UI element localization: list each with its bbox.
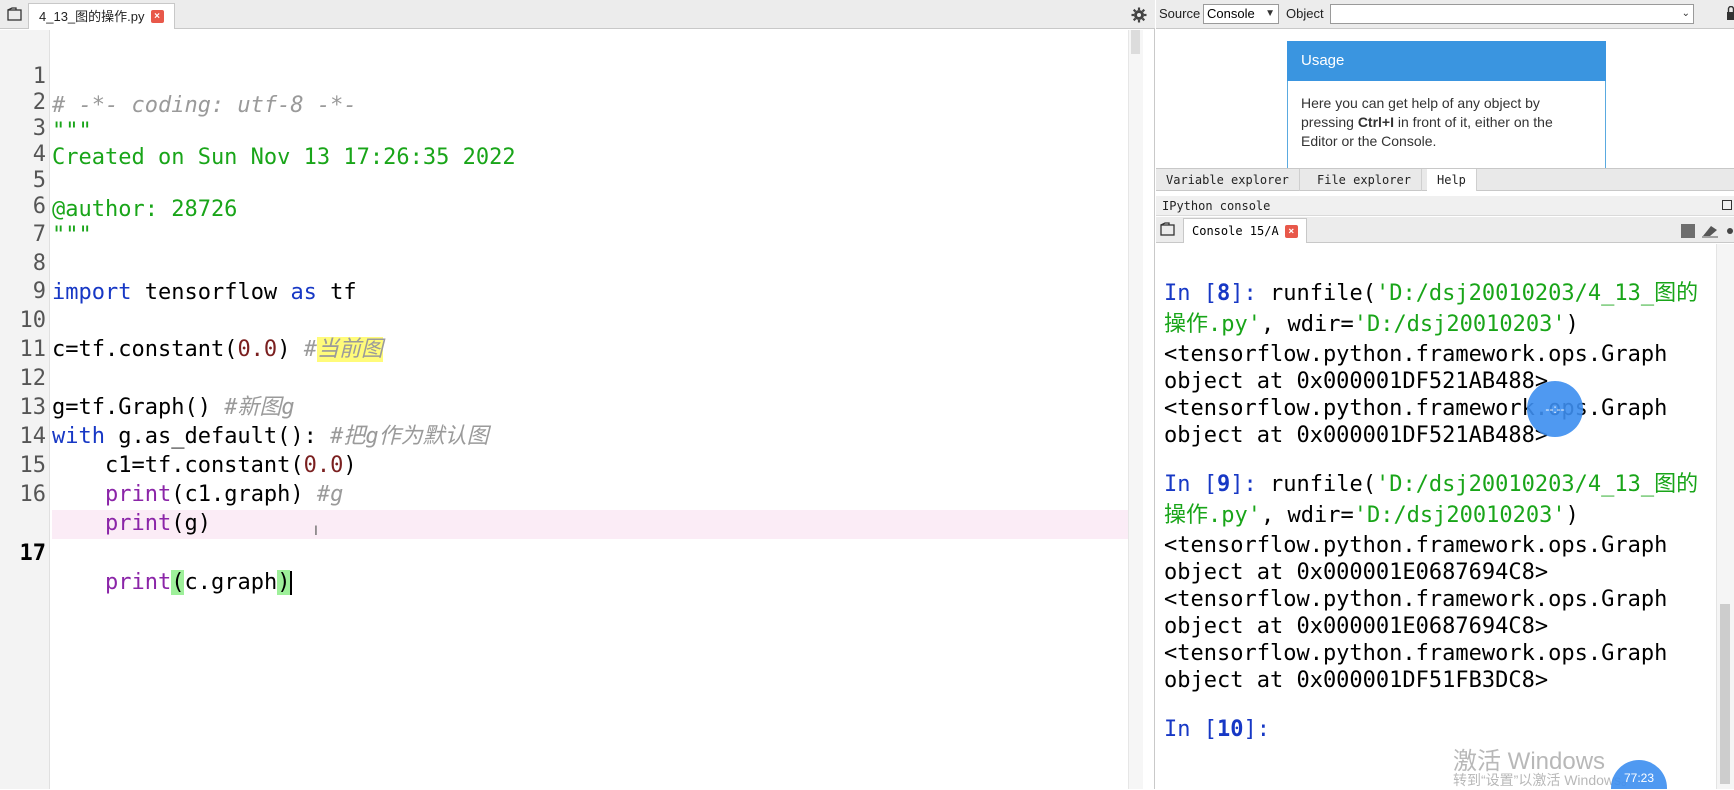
code-line: 11	[0, 306, 1140, 362]
console-line: <tensorflow.python.framework.ops.Graph	[1164, 396, 1668, 421]
console-tab[interactable]: Console 15/A ×	[1183, 218, 1307, 243]
console-line: <tensorflow.python.framework.ops.Graph	[1164, 533, 1668, 558]
console-line: In [8]: runfile('D:/dsj20010203/4_13_图的	[1164, 281, 1699, 306]
line-number: 16	[19, 482, 47, 507]
editor-file-tab[interactable]: 4_13_图的操作.py ×	[28, 3, 175, 29]
help-toolbar: Source Console ▼ Object ⌄	[1156, 0, 1734, 29]
code-line: 13 with g.as_default(): #把g作为默认图	[0, 364, 1140, 449]
ibeam-cursor-icon: I	[314, 522, 318, 538]
code-line: 8 import tensorflow as tf	[0, 220, 1140, 305]
source-select-value: Console	[1207, 6, 1255, 21]
close-icon[interactable]: ×	[1284, 224, 1298, 238]
tab-file-explorer[interactable]: File explorer	[1307, 169, 1422, 191]
code-line: 5 @author: 28726	[0, 137, 1140, 222]
console-line: object at 0x000001DF521AB488>	[1164, 423, 1549, 448]
undock-icon[interactable]	[1722, 200, 1732, 210]
console-output[interactable]: In [8]: runfile('D:/dsj20010203/4_13_图的 …	[1156, 244, 1716, 789]
browse-tabs-icon[interactable]	[1160, 222, 1176, 236]
floating-timer-button[interactable]: --:--	[1527, 381, 1583, 437]
options-icon[interactable]	[1726, 224, 1734, 238]
gear-icon[interactable]	[1131, 7, 1147, 23]
code-line: 1 # -*- coding: utf-8 -*-	[0, 33, 1140, 118]
tab-variable-explorer[interactable]: Variable explorer	[1156, 169, 1300, 191]
code-text: print(c.graph)	[104, 570, 293, 595]
code-line: 4	[0, 111, 1140, 167]
console-line: <tensorflow.python.framework.ops.Graph	[1164, 342, 1668, 367]
console-line: object at 0x000001DF51FB3DC8>	[1164, 668, 1549, 693]
code-line: 15 print(c1.graph) #g	[0, 422, 1140, 507]
code-line: 12 g=tf.Graph() #新图g	[0, 335, 1140, 420]
code-line-current: 17 print(c.graph)	[0, 510, 1140, 595]
code-line: 16 print(g)	[0, 451, 1140, 536]
tab-help[interactable]: Help	[1427, 169, 1477, 191]
console-line: 操作.py', wdir='D:/dsj20010203')	[1164, 312, 1579, 337]
text-caret	[290, 571, 293, 595]
usage-text: Here you can get help of any object by p…	[1301, 95, 1553, 149]
code-line: 7	[0, 191, 1140, 247]
line-number: 17	[19, 541, 47, 566]
editor-scrollbar[interactable]	[1128, 30, 1143, 789]
code-line: 10 c=tf.constant(0.0) #当前图	[0, 277, 1140, 362]
chevron-down-icon: ⌄	[1681, 8, 1690, 19]
console-pane-title: IPython console	[1156, 196, 1734, 216]
activation-watermark-text: 转到“设置”以激活 Windows。	[1453, 772, 1636, 788]
editor-scroll-thumb[interactable]	[1131, 30, 1140, 54]
console-line: 操作.py', wdir='D:/dsj20010203')	[1164, 503, 1579, 528]
object-input[interactable]: ⌄	[1330, 4, 1694, 24]
console-line: <tensorflow.python.framework.ops.Graph	[1164, 587, 1668, 612]
source-select[interactable]: Console ▼	[1203, 4, 1279, 24]
code-area[interactable]: 1 # -*- coding: utf-8 -*- 2 """ 3 Create…	[0, 33, 1128, 789]
close-icon[interactable]: ×	[150, 10, 164, 23]
object-label: Object	[1286, 6, 1324, 21]
console-line: object at 0x000001E0687694C8>	[1164, 560, 1549, 585]
pane-tabbar: Variable explorer File explorer Help	[1156, 168, 1734, 191]
console-prompt-line: In [10]:	[1164, 717, 1284, 742]
usage-title: Usage	[1287, 41, 1606, 81]
chevron-down-icon: ▼	[1265, 8, 1275, 19]
code-line: 6 """	[0, 163, 1140, 248]
code-line: 14 c1=tf.constant(0.0)	[0, 393, 1140, 478]
source-label: Source	[1159, 6, 1201, 21]
console-scroll-thumb[interactable]	[1720, 604, 1730, 784]
code-text: print(c1.graph) #g	[104, 482, 344, 507]
console-line: In [9]: runfile('D:/dsj20010203/4_13_图的	[1164, 472, 1699, 497]
console-line: <tensorflow.python.framework.ops.Graph	[1164, 641, 1668, 666]
floating-timer-button-2[interactable]: 77:23	[1611, 760, 1667, 789]
code-line: 9	[0, 248, 1140, 304]
code-line: 2 """	[0, 59, 1140, 144]
console-line: object at 0x000001E0687694C8>	[1164, 614, 1549, 639]
editor-file-tab-label: 4_13_图的操作.py	[39, 8, 145, 24]
usage-clip: Usage Here you can get help of any objec…	[1156, 30, 1734, 168]
stop-icon[interactable]	[1681, 224, 1695, 238]
console-tab-label: Console 15/A	[1192, 223, 1279, 238]
console-line: object at 0x000001DF521AB488>	[1164, 369, 1549, 394]
code-line: 3 Created on Sun Nov 13 17:26:35 2022	[0, 85, 1140, 170]
lock-icon[interactable]	[1727, 6, 1734, 20]
floating-timer-clip: 77:23	[1611, 760, 1667, 789]
eraser-icon[interactable]	[1701, 224, 1719, 238]
browse-tabs-icon[interactable]	[7, 7, 23, 21]
